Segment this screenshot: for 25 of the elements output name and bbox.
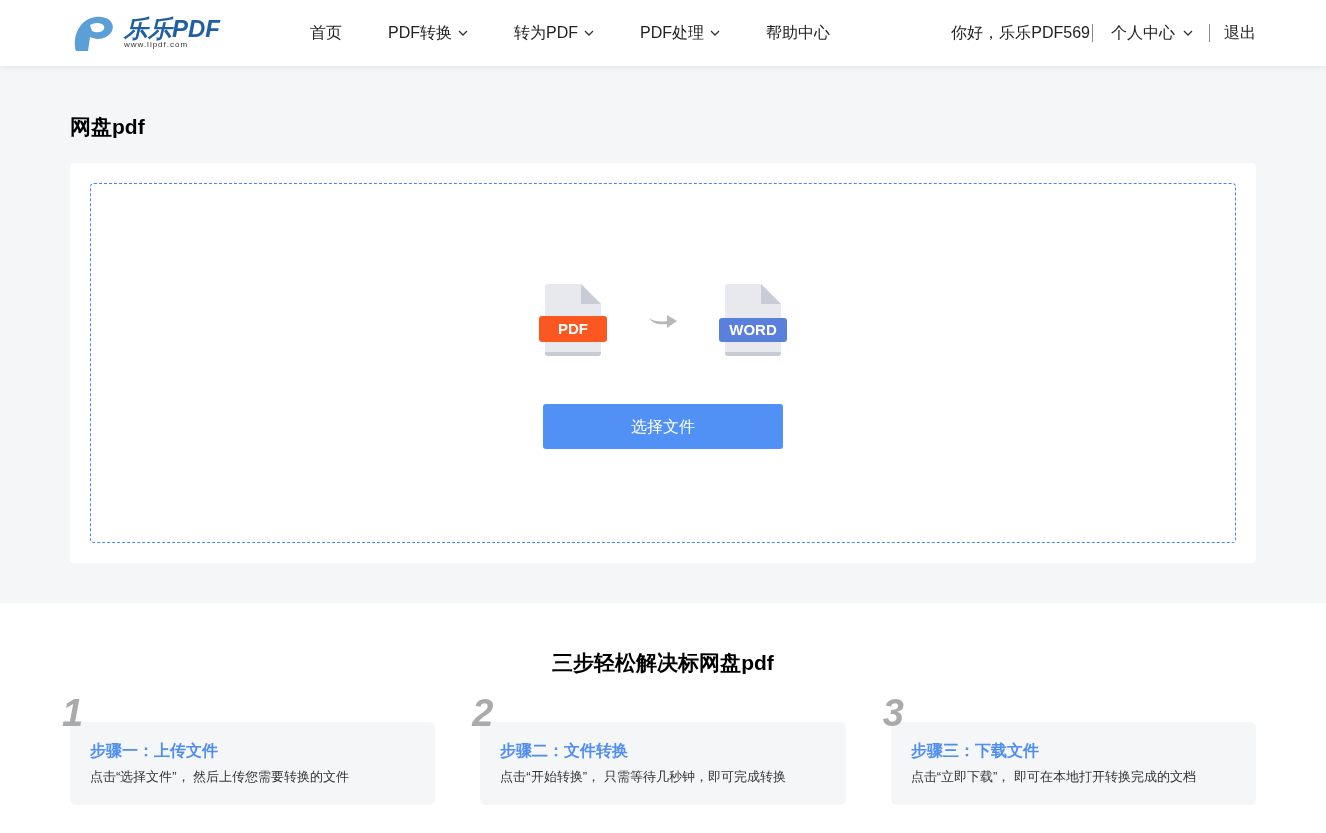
logo-text: 乐乐PDF — [124, 17, 220, 41]
logo-url: www.llpdf.com — [124, 41, 190, 49]
greeting-text: 你好，乐乐PDF569 — [951, 23, 1090, 43]
step-title: 步骤一：上传文件 — [90, 741, 219, 761]
page-title: 网盘pdf — [70, 114, 146, 140]
drop-zone[interactable]: PDF WORD 选择文件 — [90, 183, 1236, 543]
step-title: 步骤二：文件转换 — [500, 741, 630, 761]
nav-link[interactable]: PDF转换 — [388, 21, 468, 45]
nav-link[interactable]: 首页 — [310, 21, 342, 45]
nav-link[interactable]: 转为PDF — [514, 21, 594, 45]
step-description: 点击“选择文件”， 然后上传您需要转换的文件 — [90, 768, 351, 786]
step-number: 3 — [882, 694, 904, 732]
steps-title: 三步轻松解决标网盘pdf — [551, 650, 775, 676]
step-title: 步骤三：下载文件 — [910, 741, 1040, 761]
nav-link[interactable]: PDF处理 — [640, 21, 720, 45]
step-description: 点击“立即下载”， 即可在本地打开转换完成的文档 — [910, 768, 1197, 786]
nav-link[interactable]: 帮助中心 — [766, 21, 830, 45]
step-description: 点击“开始转换”， 只需等待几秒钟，即可完成转换 — [500, 768, 787, 786]
step-number: 1 — [62, 694, 84, 732]
caret-icon — [1183, 30, 1193, 36]
step-number: 2 — [472, 694, 494, 732]
logout-link[interactable]: 退出 — [1210, 21, 1256, 45]
pdf-label: PDF — [539, 316, 607, 342]
account-menu[interactable]: 个人中心 — [1095, 21, 1209, 45]
word-label: WORD — [719, 318, 787, 342]
